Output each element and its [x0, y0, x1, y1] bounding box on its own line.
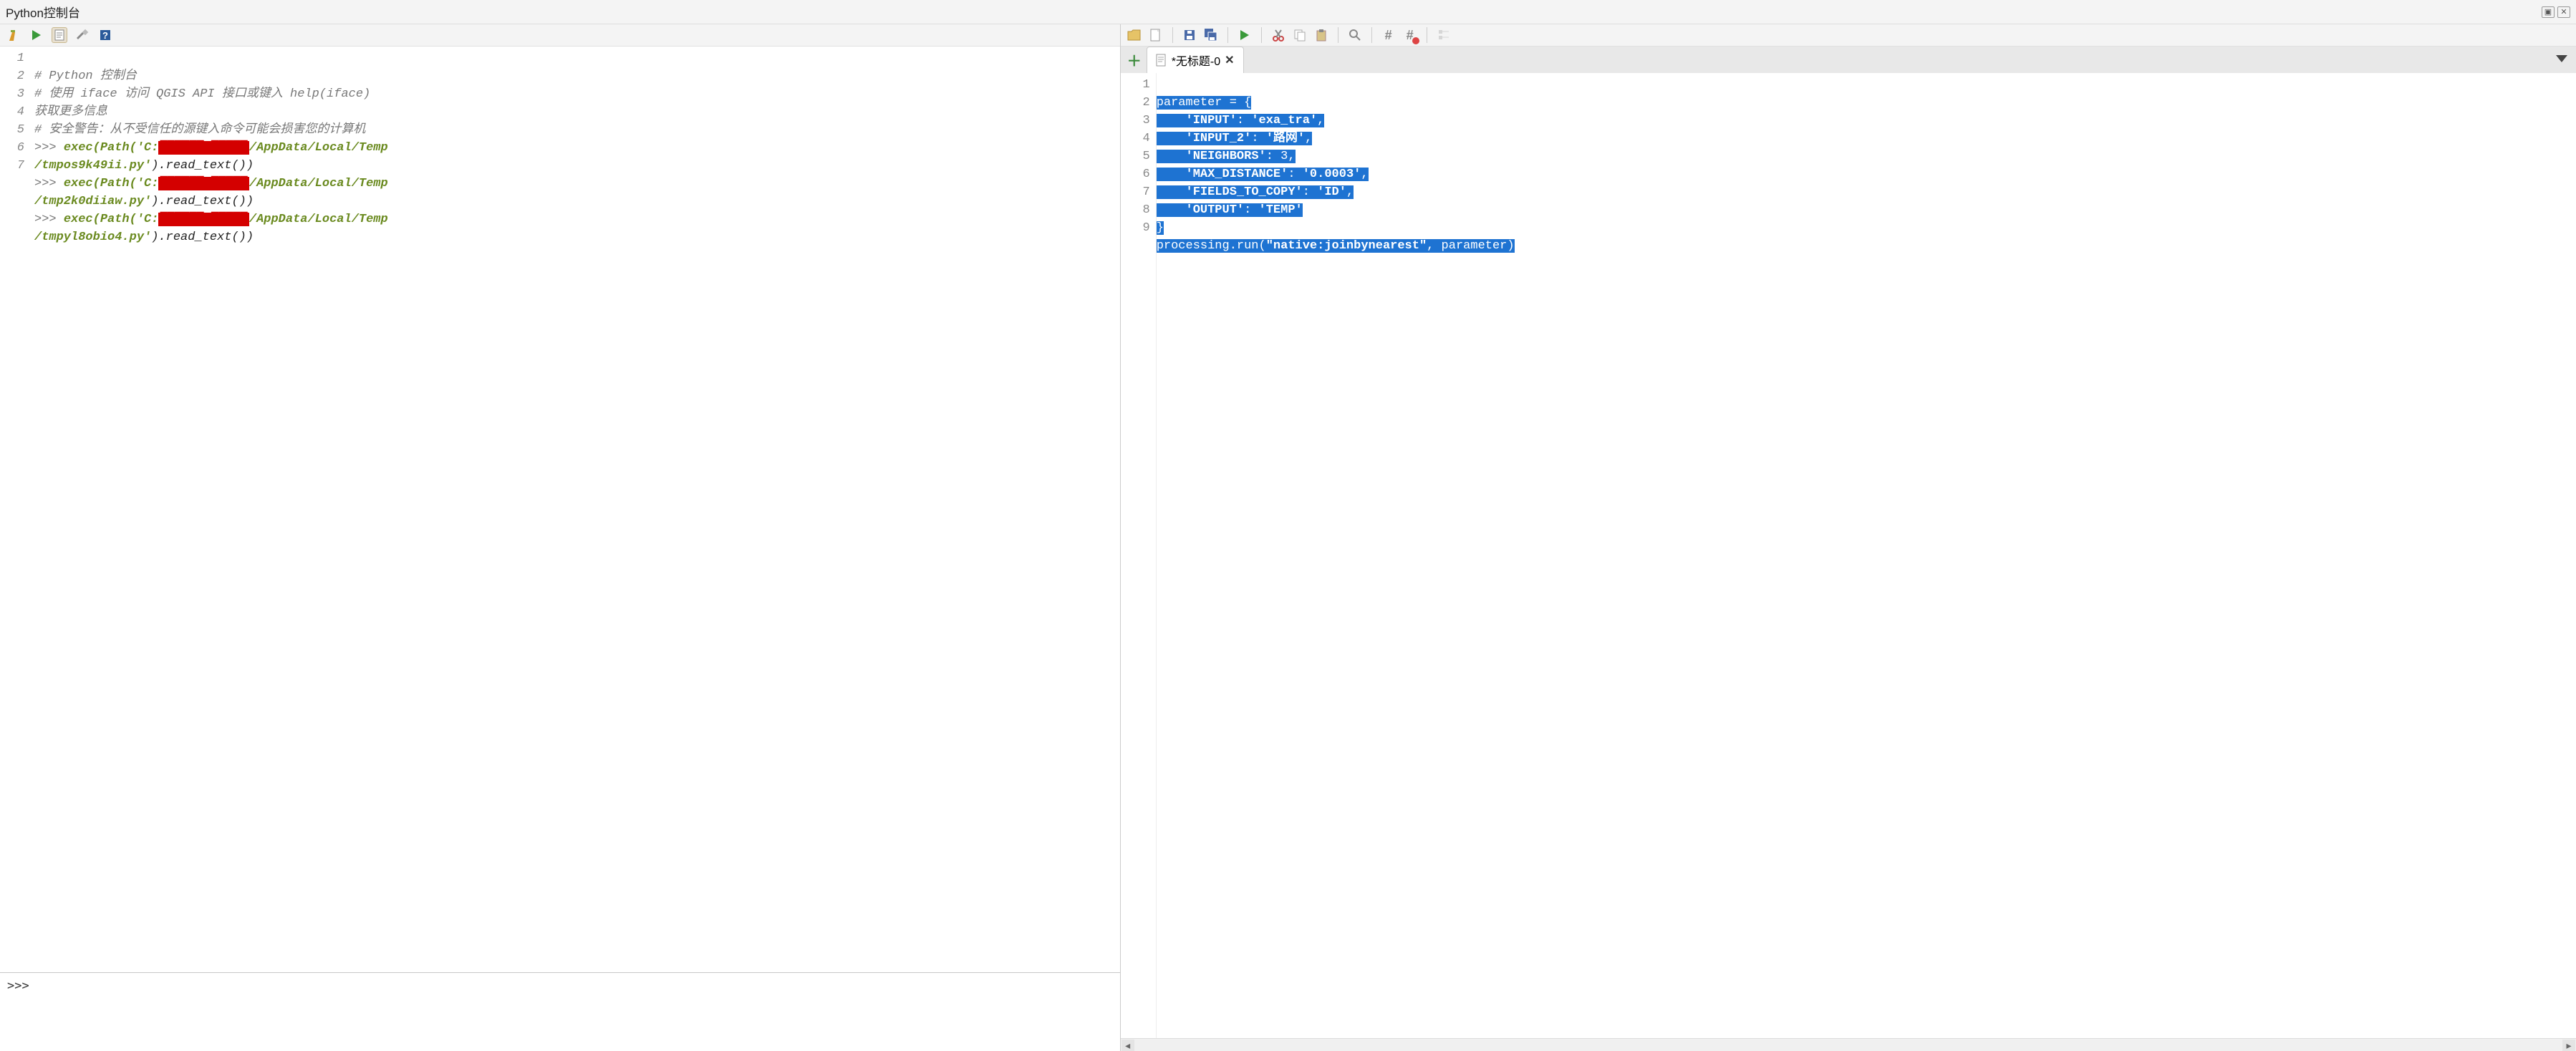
comment-icon[interactable]: # [1381, 27, 1396, 43]
redacted-text: ██████/█████ [158, 177, 249, 190]
run-icon[interactable] [29, 27, 44, 43]
close-panel-button[interactable]: ✕ [2557, 6, 2570, 18]
editor-tab-bar: ＋ *无标题-0 ✕ [1121, 47, 2576, 73]
find-icon[interactable] [1347, 27, 1363, 43]
settings-icon[interactable] [74, 27, 90, 43]
save-as-icon[interactable] [1203, 27, 1219, 43]
editor-toolbar: # # [1121, 24, 2576, 47]
object-inspector-icon[interactable] [1436, 27, 1452, 43]
show-editor-icon[interactable] [52, 27, 67, 43]
tab-label: *无标题-0 [1172, 52, 1220, 69]
paste-icon[interactable] [1313, 27, 1329, 43]
scroll-left-icon[interactable]: ◂ [1121, 1040, 1134, 1051]
cut-icon[interactable] [1270, 27, 1286, 43]
close-tab-icon[interactable]: ✕ [1225, 53, 1234, 67]
editor-tab[interactable]: *无标题-0 ✕ [1147, 47, 1244, 73]
panel-title: Python控制台 [6, 3, 80, 21]
new-file-icon[interactable] [1148, 27, 1164, 43]
add-tab-button[interactable]: ＋ [1127, 52, 1142, 68]
scroll-right-icon[interactable]: ▸ [2562, 1040, 2575, 1051]
input-prompt: >>> [7, 979, 29, 993]
console-gutter: 1 2 3 4 5 6 7 [0, 47, 29, 972]
editor-code-body: parameter = { 'INPUT': 'exa_tra', 'INPUT… [1157, 73, 2576, 1038]
clear-console-icon[interactable] [6, 27, 21, 43]
title-bar: Python控制台 ▣ ✕ [0, 0, 2576, 24]
console-code: # Python 控制台 # 使用 iface 访问 QGIS API 接口或键… [29, 47, 1120, 972]
uncomment-icon[interactable]: # [1402, 27, 1418, 43]
console-output[interactable]: 1 2 3 4 5 6 7 # Python 控制台 # 使用 iface 访问… [0, 47, 1120, 972]
open-file-icon[interactable] [1127, 27, 1142, 43]
copy-icon[interactable] [1292, 27, 1308, 43]
editor-gutter: 1 2 3 4 5 6 7 8 9 [1121, 73, 1157, 1038]
tab-menu-icon[interactable] [2555, 51, 2569, 65]
console-pane: ? 1 2 3 4 5 6 7 # Python 控制台 # 使用 i [0, 24, 1121, 1051]
run-script-icon[interactable] [1237, 27, 1253, 43]
help-icon[interactable]: ? [97, 27, 113, 43]
redacted-text: ██████/█████ [158, 141, 249, 155]
redacted-text: ██████/█████ [158, 213, 249, 226]
console-input[interactable]: >>> [0, 972, 1120, 1051]
console-toolbar: ? [0, 24, 1120, 47]
file-icon [1156, 54, 1167, 67]
svg-text:?: ? [102, 30, 108, 41]
code-editor[interactable]: 1 2 3 4 5 6 7 8 9 parameter = { 'INPUT':… [1121, 73, 2576, 1038]
horizontal-scrollbar[interactable]: ◂ ▸ [1121, 1038, 2576, 1051]
editor-pane: # # ＋ *无标题-0 ✕ 1 2 3 4 [1121, 24, 2576, 1051]
save-icon[interactable] [1182, 27, 1197, 43]
undock-button[interactable]: ▣ [2542, 6, 2555, 18]
